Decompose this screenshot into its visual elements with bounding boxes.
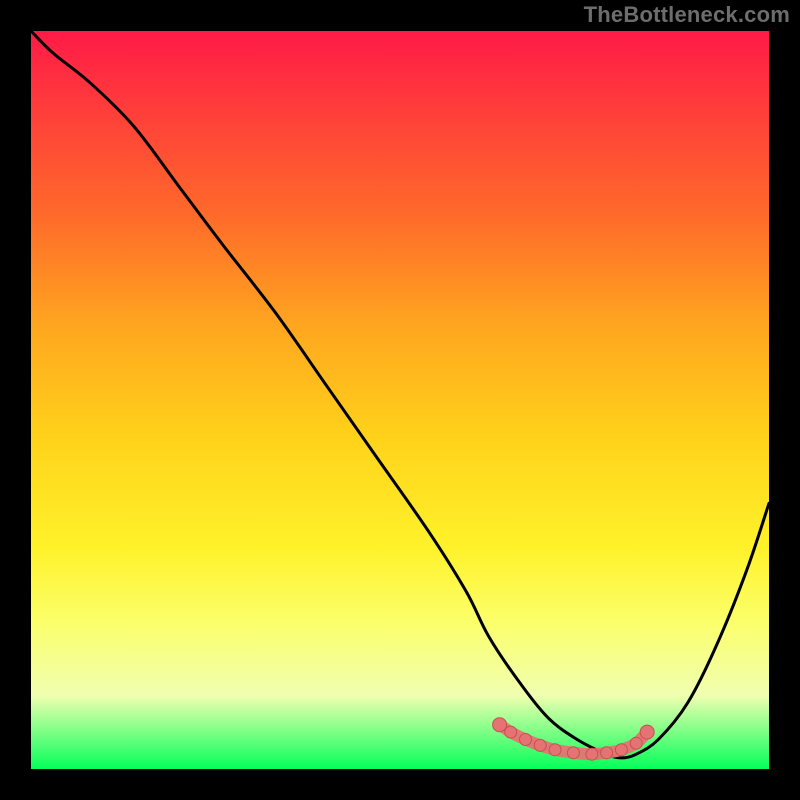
optimal-range-markers xyxy=(493,718,655,761)
optimal-range-dot xyxy=(534,739,546,751)
optimal-range-dot xyxy=(640,725,654,739)
optimal-range-dot xyxy=(505,726,517,738)
outer-frame: TheBottleneck.com xyxy=(0,0,800,800)
optimal-range-dot xyxy=(549,744,561,756)
chart-overlay-svg xyxy=(0,0,800,800)
optimal-range-dot xyxy=(493,718,507,732)
bottleneck-curve xyxy=(31,31,769,758)
optimal-range-dot xyxy=(586,748,598,760)
optimal-range-dot xyxy=(520,734,532,746)
bottleneck-curve-path xyxy=(31,31,769,758)
optimal-range-dot xyxy=(630,737,642,749)
optimal-range-dot xyxy=(567,747,579,759)
optimal-range-dot xyxy=(601,747,613,759)
optimal-range-dot xyxy=(615,744,627,756)
